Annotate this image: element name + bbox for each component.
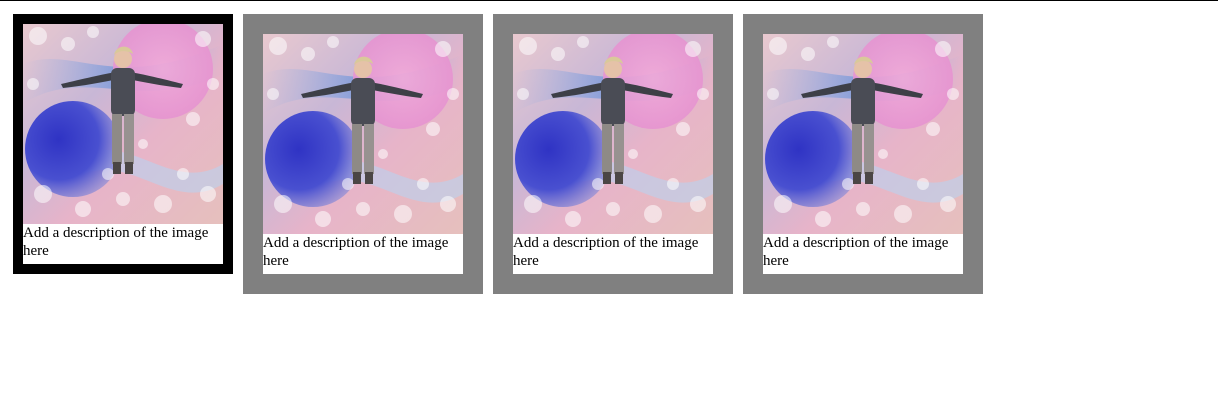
image-caption: Add a description of the image here (263, 234, 463, 274)
gallery-image[interactable] (513, 34, 713, 234)
image-caption: Add a description of the image here (513, 234, 713, 274)
gallery-image[interactable] (263, 34, 463, 234)
gallery-card-selected[interactable]: Add a description of the image here (13, 14, 233, 274)
image-caption: Add a description of the image here (23, 224, 223, 264)
image-gallery: Add a description of the image here Add … (0, 0, 1218, 400)
gallery-card[interactable]: Add a description of the image here (493, 14, 733, 294)
gallery-image[interactable] (763, 34, 963, 234)
gallery-card[interactable]: Add a description of the image here (743, 14, 983, 294)
gallery-card[interactable]: Add a description of the image here (243, 14, 483, 294)
gallery-image[interactable] (23, 24, 223, 224)
image-caption: Add a description of the image here (763, 234, 963, 274)
